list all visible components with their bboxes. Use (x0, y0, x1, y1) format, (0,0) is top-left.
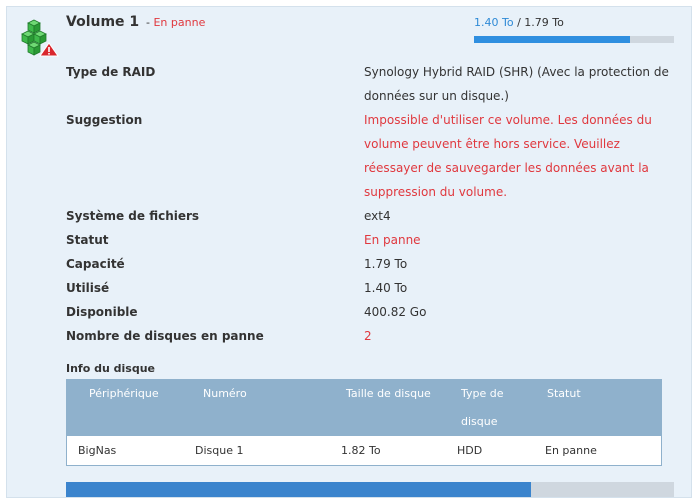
detail-label-used: Utilisé (66, 281, 110, 295)
usage-bar-fill (474, 36, 630, 43)
volume-status-text: En panne (153, 16, 206, 29)
detail-value-available: 400.82 Go (364, 305, 427, 319)
col-header-disk-size[interactable]: Taille de disque (346, 380, 431, 408)
disk-info-title: Info du disque (66, 362, 155, 375)
detail-label-suggestion: Suggestion (66, 113, 143, 127)
detail-label-failed-disks: Nombre de disques en panne (66, 329, 264, 343)
volume-panel: Volume 1 - En panne 1.40 To / 1.79 To Ty… (6, 6, 692, 498)
bottom-progress-fill (66, 482, 532, 497)
col-header-device[interactable]: Périphérique (89, 380, 159, 408)
volume-status: - En panne (146, 16, 205, 29)
detail-value-raid-type: Synology Hybrid RAID (SHR) (Avec la prot… (364, 65, 669, 103)
usage-total: 1.79 To (524, 16, 564, 29)
cell-number: Disque 1 (195, 444, 244, 457)
detail-label-raid-type: Type de RAID (66, 65, 156, 79)
warning-triangle-icon (39, 42, 59, 57)
detail-label-capacity: Capacité (66, 257, 125, 271)
usage-text: 1.40 To / 1.79 To (474, 16, 564, 29)
bottom-progress-bar (66, 482, 674, 497)
volume-cubes-icon (21, 19, 59, 57)
usage-separator: / (517, 16, 521, 29)
volume-title: Volume 1 (66, 14, 140, 30)
cell-status: En panne (545, 444, 597, 457)
usage-bar (474, 36, 674, 43)
detail-value-suggestion: Impossible d'utiliser ce volume. Les don… (364, 113, 652, 199)
detail-value-capacity: 1.79 To (364, 257, 408, 271)
detail-label-available: Disponible (66, 305, 138, 319)
cell-disk-size: 1.82 To (341, 444, 381, 457)
detail-value-used: 1.40 To (364, 281, 408, 295)
col-header-disk-type[interactable]: Type de disque (461, 380, 523, 436)
disk-table-header: Périphérique Numéro Taille de disque Typ… (67, 380, 661, 436)
detail-value-failed-disks: 2 (364, 329, 372, 343)
detail-label-status: Statut (66, 233, 109, 247)
col-header-number[interactable]: Numéro (203, 380, 247, 408)
cell-disk-type: HDD (457, 444, 483, 457)
detail-value-status: En panne (364, 233, 421, 247)
volume-status-dash: - (146, 16, 150, 29)
col-header-status[interactable]: Statut (547, 380, 581, 408)
detail-label-filesystem: Système de fichiers (66, 209, 200, 223)
cell-device: BigNas (78, 444, 117, 457)
detail-value-filesystem: ext4 (364, 209, 391, 223)
usage-used: 1.40 To (474, 16, 514, 29)
disk-info-table: Périphérique Numéro Taille de disque Typ… (66, 379, 662, 466)
